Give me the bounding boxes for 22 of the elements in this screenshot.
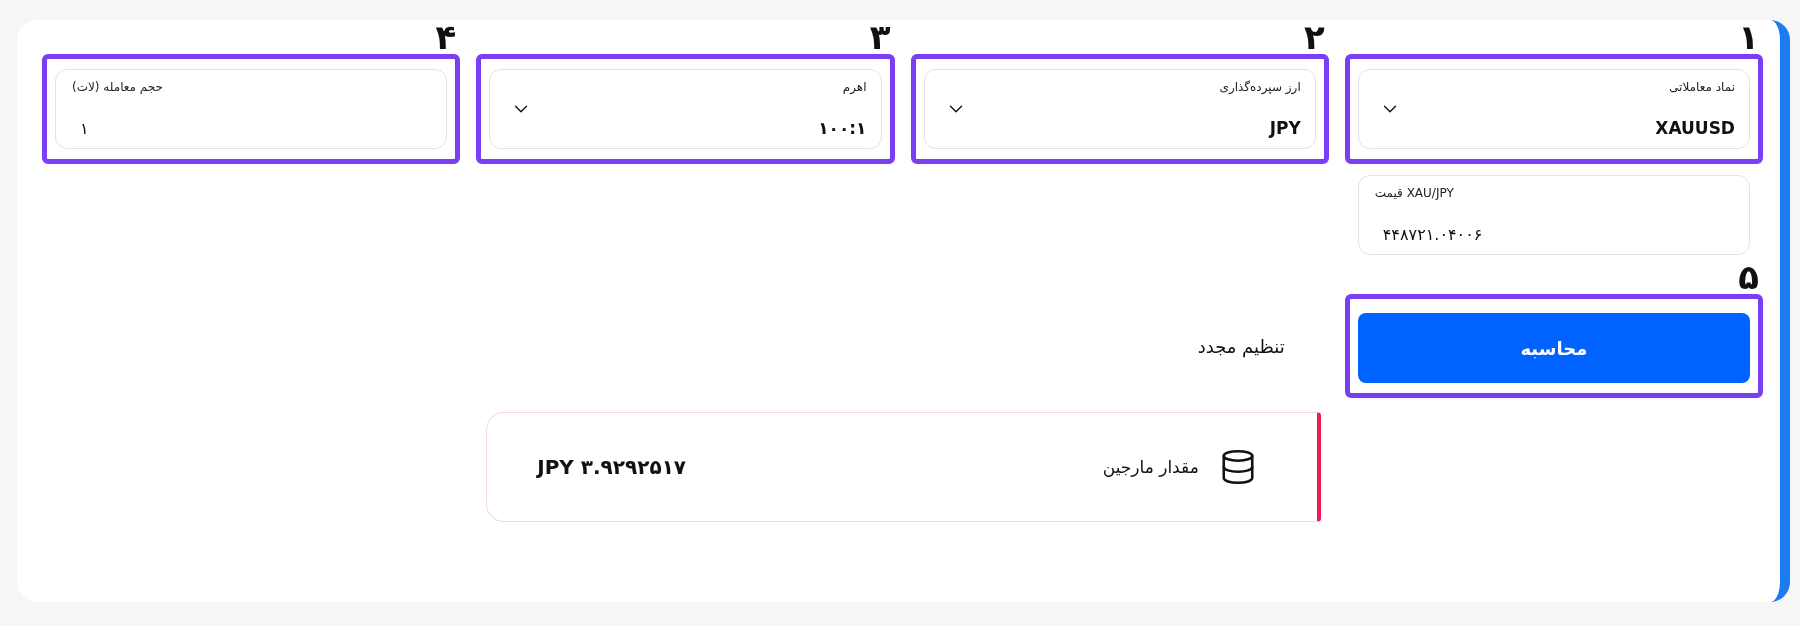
field-value: ۴۴۸۷۲۱.۰۴۰۰۶ bbox=[1381, 225, 1484, 244]
input-field[interactable]: قیمت XAU/JPY ۴۴۸۷۲۱.۰۴۰۰۶ bbox=[1357, 175, 1750, 255]
step-number: ۳ bbox=[868, 20, 892, 54]
step-number: ۵ bbox=[1737, 260, 1760, 294]
calculate-button[interactable]: محاسبه bbox=[1357, 313, 1750, 383]
field-label: اهرم bbox=[842, 80, 867, 94]
field-label: قیمت XAU/JPY bbox=[1374, 186, 1454, 200]
result-label: مقدار مارجین bbox=[1101, 457, 1199, 477]
field-label: نماد معاملاتی bbox=[1669, 80, 1735, 94]
field-value: XAUUSD bbox=[1655, 118, 1735, 138]
select-field[interactable]: اهرم ۱۰۰:۱ bbox=[489, 69, 882, 149]
input-field[interactable]: حجم معامله (لات) ۱ bbox=[55, 69, 448, 149]
reset-button[interactable]: تنظیم مجدد bbox=[1193, 331, 1289, 361]
field-label: ارز سپرده‌گذاری bbox=[1219, 80, 1301, 94]
field-value: JPY bbox=[1269, 118, 1301, 138]
field-label: حجم معامله (لات) bbox=[72, 80, 163, 94]
step-number: ۲ bbox=[1303, 20, 1326, 54]
step-number: ۴ bbox=[434, 20, 458, 54]
field-value: ۱۰۰:۱ bbox=[818, 118, 867, 138]
result-value: JPY ۳.۹۲۹۲۵۱۷ bbox=[537, 455, 687, 479]
field-value: ۱ bbox=[79, 119, 90, 138]
step-number: ۱ bbox=[1737, 20, 1760, 54]
